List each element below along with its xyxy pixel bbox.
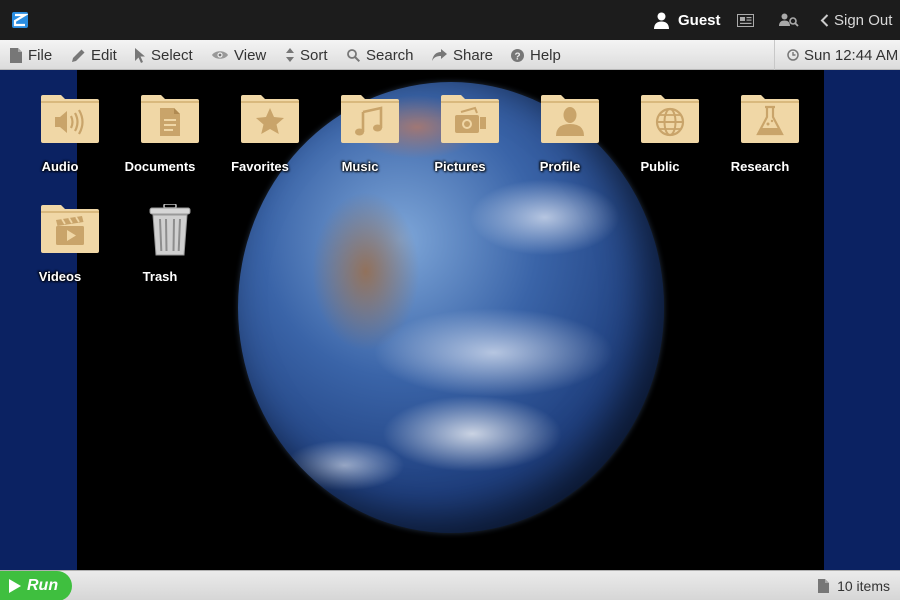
clock-label: Sun 12:44 AM	[804, 46, 899, 64]
item-count: 10 items	[818, 571, 890, 600]
menu-search-label: Search	[366, 46, 414, 64]
play-icon	[9, 579, 21, 593]
newspaper-icon	[737, 13, 754, 27]
menu-help-label: Help	[530, 46, 561, 64]
top-bar: Guest Sign Out	[0, 0, 900, 40]
trash-icon	[149, 204, 191, 256]
chevron-left-icon	[820, 13, 829, 27]
menu-share-label: Share	[453, 46, 494, 64]
desktop-icon-label: Videos	[38, 269, 82, 284]
menu-view-label: View	[234, 46, 267, 64]
desktop-icon-label: Public	[640, 159, 680, 174]
help-icon: ?	[511, 48, 524, 62]
menu-share[interactable]: Share	[432, 40, 493, 70]
item-count-label: 10 items	[837, 578, 890, 594]
user-label: Guest	[678, 11, 721, 29]
favorites-folder-icon	[241, 95, 299, 143]
user-search-button[interactable]	[779, 0, 799, 40]
pictures-folder-icon	[441, 95, 499, 143]
file-icon	[10, 47, 22, 63]
desktop-icon-favorites[interactable]: Favorites	[210, 70, 310, 174]
run-label: Run	[27, 577, 59, 594]
menu-file[interactable]: File	[10, 40, 52, 70]
menu-select-label: Select	[151, 46, 193, 64]
desktop-icon-research[interactable]: Research	[710, 70, 810, 174]
pencil-icon	[72, 49, 85, 62]
desktop-icon-pictures[interactable]: Pictures	[410, 70, 510, 174]
desktop-icon-label: Music	[341, 159, 379, 174]
videos-folder-icon	[41, 205, 99, 253]
menu-select[interactable]: Select	[135, 40, 193, 70]
music-folder-icon	[341, 95, 399, 143]
desktop-icon-label: Audio	[41, 159, 79, 174]
desktop-icon-label: Favorites	[231, 159, 289, 174]
menu-view[interactable]: View	[212, 40, 266, 70]
menu-sort-label: Sort	[300, 46, 328, 64]
desktop-icon-audio[interactable]: Audio	[10, 70, 110, 174]
desktop-icon-label: Documents	[124, 159, 196, 174]
sign-out-button[interactable]: Sign Out	[820, 0, 892, 40]
profile-folder-icon	[541, 95, 599, 143]
menu-search[interactable]: Search	[347, 40, 414, 70]
share-icon	[432, 49, 447, 61]
desktop-icon-public[interactable]: Public	[610, 70, 710, 174]
news-button[interactable]	[737, 0, 754, 40]
user-search-icon	[779, 13, 799, 27]
desktop-icon-profile[interactable]: Profile	[510, 70, 610, 174]
status-bar: Run 10 items	[0, 570, 900, 600]
desktop-icon-music[interactable]: Music	[310, 70, 410, 174]
menu-sort[interactable]: Sort	[286, 40, 328, 70]
desktop-icon-videos[interactable]: Videos	[10, 180, 110, 284]
desktop-icon-label: Research	[730, 159, 790, 174]
menu-help[interactable]: ? Help	[511, 40, 561, 70]
desktop-icon-documents[interactable]: Documents	[110, 70, 210, 174]
file-icon	[818, 579, 830, 593]
sort-icon	[286, 48, 294, 62]
run-button[interactable]: Run	[0, 571, 72, 600]
clock-icon	[787, 49, 799, 61]
desktop[interactable]: Audio Documents Favorites Music Pictures…	[0, 70, 900, 570]
desktop-icon-label: Pictures	[434, 159, 486, 174]
logo-icon[interactable]	[12, 12, 28, 28]
menu-bar: File Edit Select View Sort Search Share …	[0, 40, 900, 70]
svg-text:?: ?	[514, 51, 520, 62]
menu-edit-label: Edit	[91, 46, 117, 64]
clock[interactable]: Sun 12:44 AM	[774, 40, 900, 70]
research-folder-icon	[741, 95, 799, 143]
eye-icon	[212, 51, 228, 59]
cursor-icon	[135, 47, 145, 63]
menu-edit[interactable]: Edit	[72, 40, 117, 70]
user-icon	[654, 12, 669, 29]
menu-file-label: File	[28, 46, 53, 64]
sign-out-label: Sign Out	[834, 11, 893, 29]
search-icon	[347, 48, 360, 62]
desktop-icon-label: Profile	[539, 159, 581, 174]
user-menu[interactable]: Guest	[654, 0, 721, 40]
audio-folder-icon	[41, 95, 99, 143]
desktop-icon-label: Trash	[142, 269, 178, 284]
documents-folder-icon	[141, 95, 199, 143]
desktop-icon-trash[interactable]: Trash	[110, 180, 210, 284]
public-folder-icon	[641, 95, 699, 143]
